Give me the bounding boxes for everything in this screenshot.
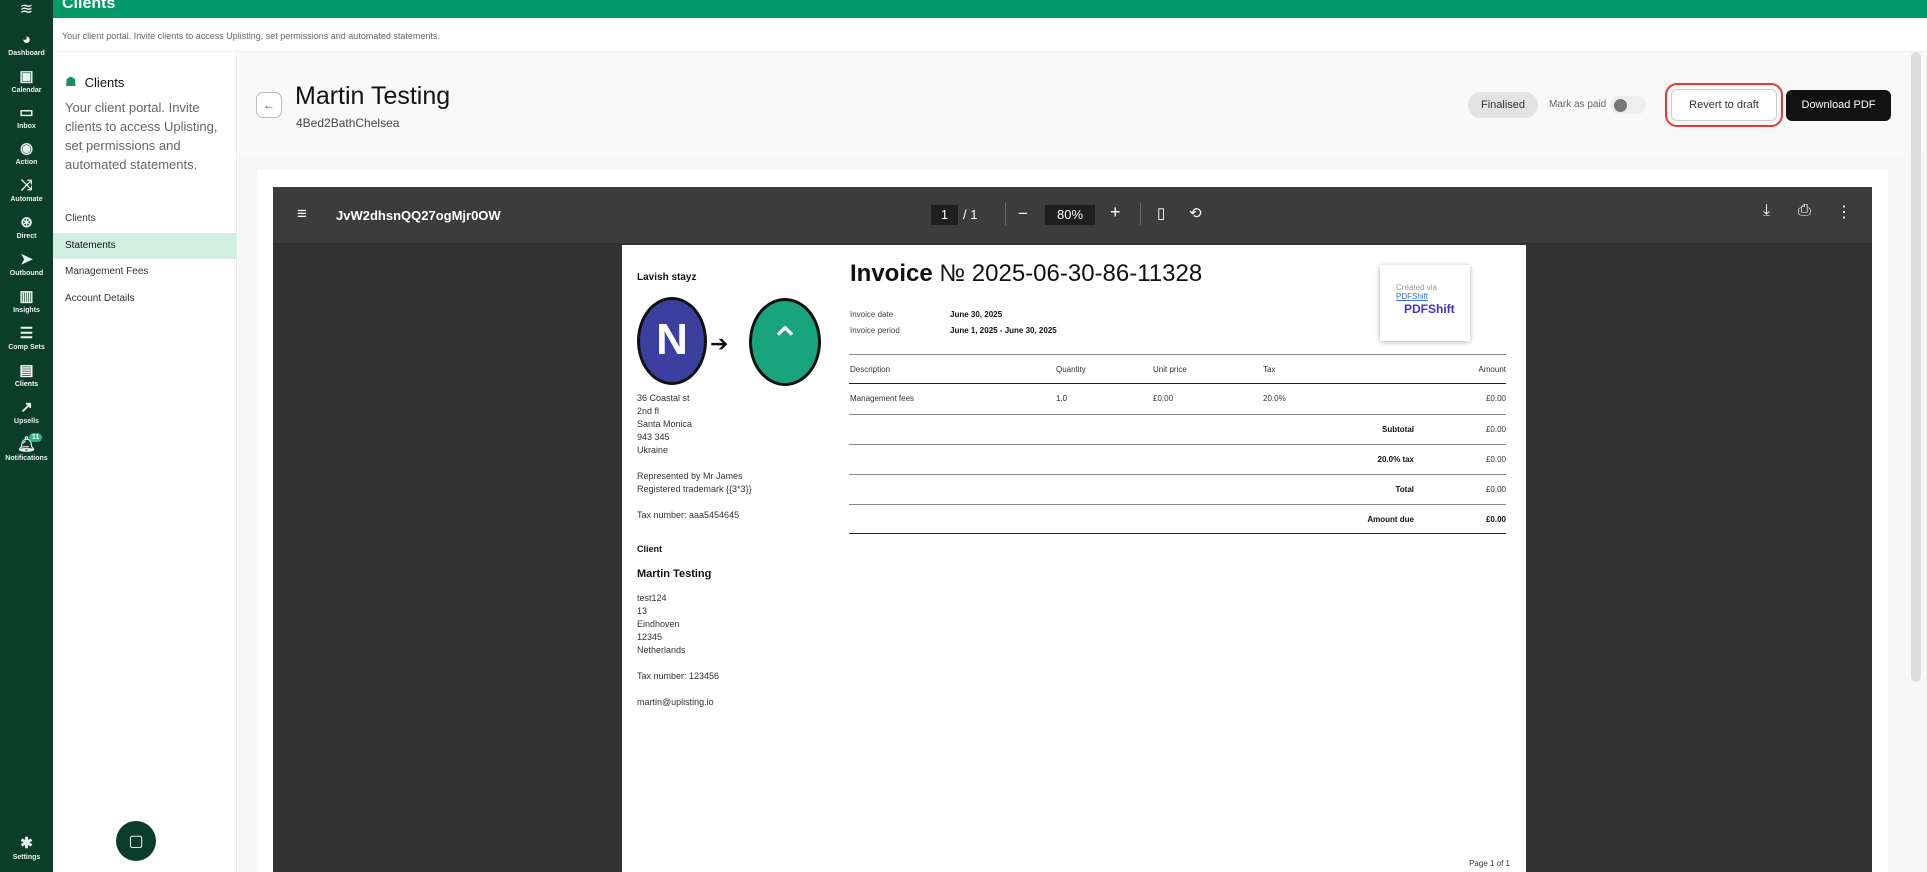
client-name-title: Martin Testing (295, 82, 451, 110)
rail-automate[interactable]: ⤨ Automate (0, 177, 53, 204)
sidebar-item-statements[interactable]: Statements (53, 233, 237, 259)
chat-icon: ▢ (128, 833, 144, 850)
sidebar-description: Your client portal. Invite clients to ac… (65, 100, 218, 172)
total-row: Total £0.00 (849, 474, 1506, 504)
clients-group-icon: ☗ (65, 74, 77, 89)
rail-upsells[interactable]: ↗ Upsells (0, 399, 53, 426)
bell-icon: 🔔︎ (16, 436, 37, 453)
invoice-meta: Invoice date June 30, 2025 Invoice period… (850, 310, 1057, 335)
notification-badge: 11 (29, 433, 43, 442)
nobeds-logo-icon: N (637, 297, 707, 385)
subheader: Your client portal. Invite clients to ac… (53, 18, 1927, 52)
table-row: Management fees 1.0 £0.00 20.0% £0.00 (850, 394, 1506, 403)
rail-action[interactable]: ◉ Action (0, 140, 53, 167)
page-total: / 1 (963, 207, 978, 222)
rail-dashboard[interactable]: ◕ Dashboard (0, 31, 53, 58)
mark-paid-toggle[interactable] (1610, 96, 1646, 114)
zoom-in-icon[interactable]: + (1110, 202, 1121, 223)
download-pdf-button[interactable]: Download PDF (1786, 90, 1891, 121)
trend-up-icon: ↗ (20, 399, 33, 416)
tax-row: 20.0% tax £0.00 (849, 444, 1506, 474)
sidebar-heading: ☗ Clients (65, 74, 125, 90)
rail-notifications[interactable]: 🔔︎ 11 Notifications (0, 433, 53, 462)
client-address: test124 13 Eindhoven 12345 Netherlands T… (637, 593, 720, 707)
client-heading: Client (637, 544, 663, 554)
rail-settings[interactable]: ✱ Settings (0, 835, 53, 862)
sidebar-item-management-fees[interactable]: Management Fees (53, 259, 237, 285)
pdf-toolbar: ≡ JvW2dhsnQQ27ogMjr0OW 1 / 1 − 80% + ▯ ⟲… (273, 187, 1872, 243)
page-title: Clients (62, 0, 116, 12)
client-name: Martin Testing (637, 568, 712, 580)
pdf-page: Lavish stayz N ➔ ⌃ 36 Coastal st 2nd fl … (622, 245, 1526, 872)
uplisting-logo-icon: ⌃ (749, 298, 821, 386)
back-button[interactable]: ← (256, 92, 282, 118)
company-address: 36 Coastal st 2nd fl Santa Monica 943 34… (637, 393, 752, 520)
pdfshift-logo: PDFShift (1404, 302, 1455, 316)
chat-button[interactable]: ▢ (116, 821, 156, 861)
rail-comp-sets[interactable]: ☰ Comp Sets (0, 325, 53, 352)
dashboard-icon: ◕ (21, 31, 32, 48)
page-number-input[interactable]: 1 (931, 205, 958, 225)
inbox-icon: ▭ (19, 104, 34, 121)
zoom-level-input[interactable]: 80% (1045, 205, 1095, 225)
check-circle-icon: ◉ (19, 140, 34, 157)
pdfshift-watermark: Created via PDFShift PDFShift (1380, 265, 1470, 341)
sidebar-item-clients[interactable]: Clients (53, 206, 237, 232)
pdf-file-name: JvW2dhsnQQ27ogMjr0OW (336, 208, 501, 223)
arrow-right-icon: ➔ (710, 331, 729, 356)
shuffle-icon: ⤨ (20, 177, 33, 194)
rail-inbox[interactable]: ▭ Inbox (0, 104, 53, 131)
company-name: Lavish stayz (637, 272, 697, 283)
rail-clients[interactable]: ▤ Clients (0, 362, 53, 389)
toggle-knob (1614, 99, 1627, 112)
client-card-icon: ▤ (19, 362, 34, 379)
more-options-icon[interactable]: ⋮ (1836, 202, 1852, 222)
uplisting-logo-icon[interactable]: ≋ (0, 0, 53, 18)
arrow-left-icon: ← (263, 98, 275, 112)
fit-page-icon[interactable]: ▯ (1157, 204, 1165, 222)
rail-calendar[interactable]: ▣ Calendar (0, 68, 53, 95)
rotate-icon[interactable]: ⟲ (1189, 204, 1202, 222)
status-badge: Finalised (1468, 92, 1539, 118)
revert-to-draft-button[interactable]: Revert to draft (1665, 83, 1783, 127)
amount-due-row: Amount due £0.00 (849, 504, 1506, 534)
left-rail: ≋ ◕ Dashboard ▣ Calendar ▭ Inbox ◉ Action ⤨ A… (0, 0, 53, 872)
direct-icon: ⊛ (20, 214, 33, 231)
page-scrollbar[interactable] (1911, 52, 1921, 682)
table-header: Description Quantity Unit price Tax Amou… (849, 354, 1506, 384)
send-icon: ➤ (20, 251, 33, 268)
pdfshift-link[interactable]: PDFShift (1396, 292, 1428, 301)
mark-paid-label: Mark as paid (1549, 99, 1607, 110)
menu-icon[interactable]: ≡ (297, 204, 307, 224)
calendar-icon: ▣ (19, 68, 34, 85)
chart-icon: ▥ (19, 288, 34, 305)
download-icon[interactable]: ⤓ (1763, 202, 1770, 220)
statement-header: ← Martin Testing 4Bed2BathChelsea Finali… (238, 52, 1927, 154)
invoice-title: Invoice № 2025-06-30-86-11328 (850, 260, 1203, 287)
print-icon[interactable]: ⎙ (1798, 202, 1811, 220)
zoom-out-icon[interactable]: − (1018, 204, 1028, 224)
subtotal-row: Subtotal £0.00 (849, 414, 1506, 444)
rail-direct[interactable]: ⊛ Direct (0, 214, 53, 241)
gear-icon: ✱ (20, 835, 33, 852)
property-name: 4Bed2BathChelsea (296, 116, 400, 130)
divider (1005, 203, 1006, 225)
page-subtitle: Your client portal. Invite clients to ac… (62, 31, 440, 41)
rail-outbound[interactable]: ➤ Outbound (0, 251, 53, 278)
top-bar: Clients (53, 0, 1927, 18)
list-icon: ☰ (19, 325, 34, 342)
invoice-table: Description Quantity Unit price Tax Amou… (849, 354, 1506, 534)
rail-insights[interactable]: ▥ Insights (0, 288, 53, 315)
divider (1140, 203, 1141, 225)
sidebar-item-account-details[interactable]: Account Details (53, 286, 237, 312)
clients-sidebar: ☗ Clients Your client portal. Invite cli… (53, 52, 237, 872)
page-label: Page 1 of 1 (1469, 859, 1510, 868)
